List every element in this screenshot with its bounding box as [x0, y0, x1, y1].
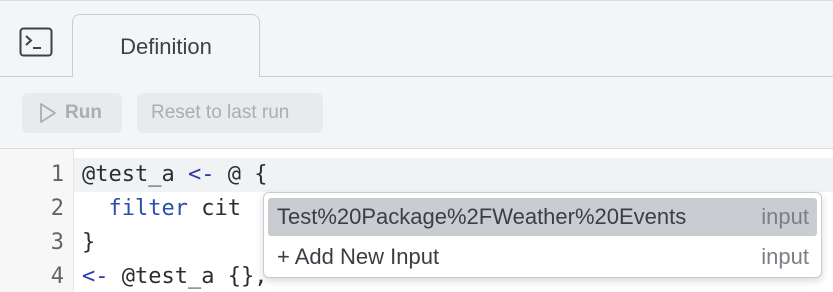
toolbar: Run Reset to last run	[0, 77, 833, 149]
tab-definition[interactable]: Definition	[72, 14, 260, 79]
autocomplete-option-label: + Add New Input	[277, 244, 440, 269]
run-button[interactable]: Run	[22, 93, 122, 133]
autocomplete-option-type: input	[761, 204, 809, 229]
code-line[interactable]: 1 @test_a <- @ {	[0, 158, 833, 192]
tab-bar: Definition	[0, 0, 833, 79]
autocomplete-option-type: input	[761, 244, 809, 269]
run-button-label: Run	[65, 102, 102, 123]
console-toggle-button[interactable]	[0, 7, 72, 77]
reset-button-label: Reset to last run	[151, 102, 290, 123]
code-text: @test_a <- @ {	[82, 162, 268, 187]
autocomplete-option-weather-events[interactable]: Test%20Package%2FWeather%20Events input	[268, 198, 817, 236]
reset-to-last-run-button[interactable]: Reset to last run	[137, 93, 323, 133]
tab-definition-label: Definition	[120, 34, 212, 59]
autocomplete-dropdown: Test%20Package%2FWeather%20Events input …	[263, 192, 822, 278]
line-number: 2	[50, 196, 64, 221]
autocomplete-option-add-new-input[interactable]: + Add New Input input	[268, 238, 817, 276]
line-number: 3	[50, 230, 64, 255]
play-icon	[40, 103, 56, 123]
code-text: }	[82, 230, 96, 255]
terminal-icon	[19, 27, 53, 57]
autocomplete-option-label: Test%20Package%2FWeather%20Events	[277, 204, 687, 229]
code-text: <- @test_a {},	[82, 264, 268, 289]
code-text: filter cit	[108, 196, 241, 221]
line-number: 1	[50, 162, 64, 187]
line-number: 4	[50, 264, 64, 289]
